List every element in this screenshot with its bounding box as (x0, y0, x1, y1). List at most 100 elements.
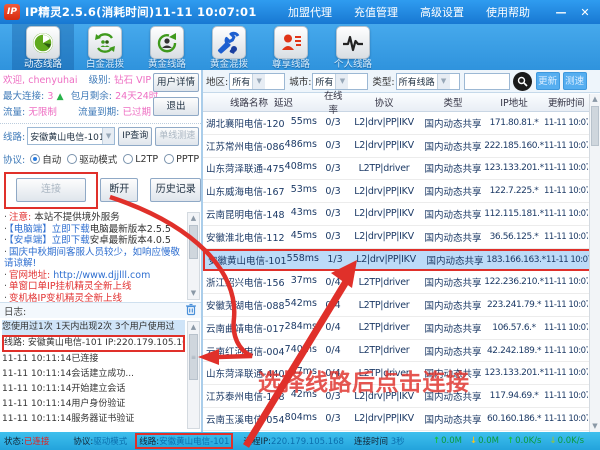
table-scrollbar[interactable]: ▲ ▼ (589, 94, 600, 432)
type-combobox[interactable]: 所有线路 ▼ (396, 73, 460, 90)
menu-join-agent[interactable]: 加盟代理 (288, 4, 332, 20)
notice-scrollbar[interactable]: ▲ ▼ (187, 212, 200, 300)
scroll-thumb[interactable] (189, 225, 198, 259)
line-name: 安徽黄山电信-101 (208, 253, 287, 267)
scroll-thumb[interactable] (591, 106, 599, 146)
upload-total: 0.0M (441, 436, 462, 446)
cell-line-name: 湖北襄阳电信-12055ms (203, 116, 320, 130)
history-button[interactable]: 历史记录 (150, 178, 201, 202)
toolbar-button-1[interactable]: 动态线路 (12, 24, 74, 70)
upload-speed: 0.0K/s (515, 436, 541, 446)
protocol-radio-label: L2TP (135, 154, 158, 165)
user-detail-button[interactable]: 用户详情 (153, 73, 199, 92)
notice-text: 本站不提供境外服务 (31, 212, 120, 223)
cell-protocol: L2TP|driver (346, 277, 422, 288)
scroll-up-icon[interactable]: ▲ (590, 94, 600, 105)
log-entry: 11-11 10:11:14会话建立成功... (2, 367, 185, 382)
city-combobox[interactable]: 所有 ▼ (312, 73, 368, 90)
line-delay: 45ms (291, 230, 320, 244)
toolbar-button-3[interactable]: 黄金线路 (136, 24, 198, 70)
table-row[interactable]: 云南昆明电信-14843ms0/3L2|drv|PP|IKV国内动态共享112.… (203, 203, 600, 226)
cell-type: 国内动态共享 (422, 184, 484, 198)
update-button[interactable]: 更新 (536, 72, 560, 90)
scroll-down-icon[interactable]: ▼ (590, 421, 600, 432)
toolbar: 动态线路白金混拨黄金线路黄金混拨尊享线路个人线路 (0, 24, 600, 70)
area-combobox[interactable]: 所有 ▼ (229, 73, 285, 90)
welcome-label: 欢迎, (3, 75, 25, 86)
line-delay: 37ms (291, 275, 320, 289)
table-row[interactable]: 山东菏泽联通-44057ms0/4L2TP|driver国内动态共享123.13… (203, 362, 600, 385)
traffic-stats: ↑0.0M ↓0.0M ↑0.0K/s ↓0.0K/s (425, 436, 584, 446)
protocol-radio-3[interactable]: L2TP (123, 154, 158, 165)
close-button[interactable]: ✕ (576, 6, 594, 19)
log-entry: 您使用过1次 1天内出现2次 3个用户使用过 (2, 320, 185, 335)
table-row-selected[interactable]: 安徽黄山电信-101558ms1/3L2|drv|PP|IKV国内动态共享183… (203, 249, 600, 272)
menu-recharge[interactable]: 充值管理 (354, 4, 398, 20)
trash-icon[interactable] (185, 303, 197, 319)
protocol-row: 协议: 自动驱动模式 L2TP PPTP (0, 148, 201, 170)
chevron-down-icon[interactable]: ▼ (252, 74, 265, 89)
notice-link[interactable]: 【电脑端】立即下载 (9, 224, 90, 235)
table-row[interactable]: 江苏泰州电信-10842ms0/3L2|drv|PP|IKV国内动态共享117.… (203, 385, 600, 408)
line-delay: 43ms (291, 207, 320, 221)
toolbar-button-4[interactable]: 黄金混拨 (198, 24, 260, 70)
cell-protocol: L2TP|driver (346, 322, 422, 333)
line-combobox[interactable]: 安徽黄山电信-101 ▼ (27, 127, 115, 145)
chevron-down-icon[interactable]: ▼ (437, 74, 450, 89)
notice-link[interactable]: http://www.djjlll.com (50, 270, 150, 281)
chevron-down-icon[interactable]: ▼ (335, 74, 348, 89)
table-row[interactable]: 云南红河电信-004740ms0/4L2TP|driver国内动态共享42.24… (203, 340, 600, 363)
notice-link[interactable]: 【安卓端】立即下载 (9, 235, 90, 246)
logout-button[interactable]: 退出 (153, 97, 199, 116)
table-row[interactable]: 山东菏泽联通-475408ms0/3L2TP|driver国内动态共享123.1… (203, 158, 600, 181)
clock-line-icon (26, 26, 60, 59)
download-speed: 0.0K/s (558, 436, 584, 446)
radio-icon[interactable] (123, 154, 133, 164)
table-row[interactable]: 江苏常州电信-086486ms0/3L2|drv|PP|IKV国内动态共享222… (203, 135, 600, 158)
menu-help[interactable]: 使用帮助 (486, 4, 530, 20)
scroll-down-icon[interactable]: ▼ (188, 288, 199, 299)
toolbar-button-2[interactable]: 白金混拨 (74, 24, 136, 70)
line-delay: 804ms (285, 412, 320, 426)
cell-protocol: L2|drv|PP|IKV (346, 391, 422, 402)
radio-icon[interactable] (67, 154, 77, 164)
search-icon[interactable] (513, 72, 532, 91)
protocol-label: 协议: (3, 152, 25, 166)
cell-update-time: 11-11 10:07 (544, 141, 588, 151)
toolbar-button-label: 黄金混拨 (198, 56, 260, 70)
radio-checked-icon[interactable] (30, 154, 40, 164)
table-row[interactable]: 浙江绍兴电信-15637ms0/4L2TP|driver国内动态共享122.23… (203, 271, 600, 294)
table-row[interactable]: 安徽淮北电信-11245ms0/3L2|drv|PP|IKV国内动态共享36.5… (203, 226, 600, 249)
cell-protocol: L2|drv|PP|IKV (346, 186, 422, 197)
table-row[interactable]: 山东威海电信-16753ms0/3L2|drv|PP|IKV国内动态共享122.… (203, 180, 600, 203)
menu-advanced-settings[interactable]: 高级设置 (420, 4, 464, 20)
cell-ip: 60.160.186.* (484, 414, 544, 424)
download-total: 0.0M (478, 436, 499, 446)
table-row[interactable]: 安徽芜湖电信-088542ms0/4L2TP|driver国内动态共享223.2… (203, 294, 600, 317)
protocol-radio-4[interactable]: PPTP (164, 154, 199, 165)
toolbar-button-5[interactable]: 尊享线路 (260, 24, 322, 70)
search-input[interactable] (464, 73, 510, 90)
line-name: 云南曲靖电信-017 (206, 321, 285, 335)
minimize-button[interactable]: — (552, 6, 570, 19)
radio-icon[interactable] (164, 154, 174, 164)
table-row[interactable]: 云南玉溪电信-054804ms0/3L2|drv|PP|IKV国内动态共享60.… (203, 408, 600, 431)
disconnect-button[interactable]: 断开 (100, 178, 138, 202)
scroll-thumb[interactable]: ≡ (189, 334, 198, 380)
toolbar-button-6[interactable]: 个人线路 (322, 24, 384, 70)
cell-ip: 122.236.210.* (484, 277, 544, 287)
table-row[interactable]: 湖北襄阳电信-12055ms0/3L2|drv|PP|IKV国内动态共享171.… (203, 112, 600, 135)
single-line-speed-button[interactable]: 单线测速 (155, 127, 199, 146)
cell-update-time: 11-11 10:07 (544, 209, 588, 219)
monthly-label: 包月剩余: (71, 91, 112, 102)
scroll-up-icon[interactable]: ▲ (188, 213, 199, 224)
protocol-radio-1[interactable]: 自动 (30, 152, 61, 166)
speed-test-button[interactable]: 测速 (563, 72, 587, 90)
table-row[interactable]: 云南曲靖电信-017284ms0/4L2TP|driver国内动态共享106.5… (203, 317, 600, 340)
ip-query-button[interactable]: IP查询 (118, 127, 152, 146)
chevron-down-icon[interactable]: ▼ (102, 128, 114, 144)
scroll-up-icon[interactable]: ▲ (188, 322, 199, 333)
protocol-radio-2[interactable]: 驱动模式 (67, 152, 117, 166)
cell-type: 国内动态共享 (422, 321, 484, 335)
log-scrollbar[interactable]: ▲ ≡ (187, 321, 200, 429)
